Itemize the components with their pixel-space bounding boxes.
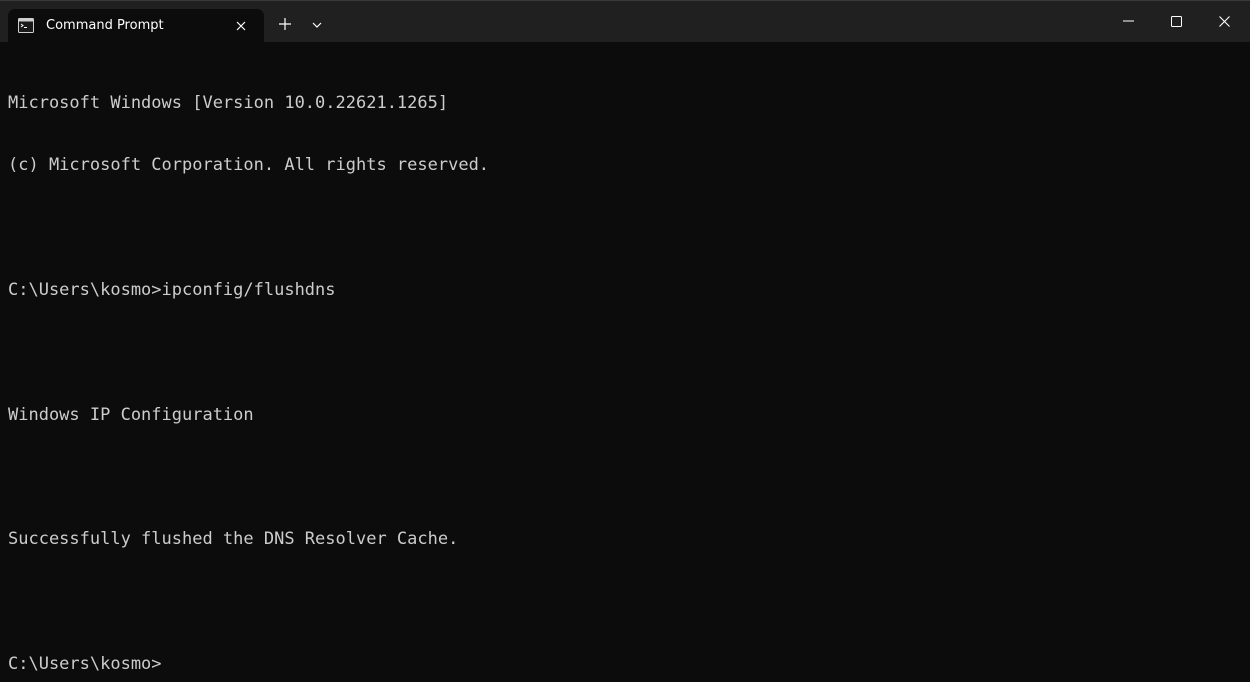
console-icon [18, 18, 34, 33]
title-bar[interactable]: Command Prompt [0, 0, 1250, 43]
console-line: Microsoft Windows [Version 10.0.22621.12… [8, 92, 449, 113]
plus-icon [279, 18, 291, 30]
tab-command-prompt[interactable]: Command Prompt [8, 9, 264, 43]
console-output[interactable]: Microsoft Windows [Version 10.0.22621.12… [8, 51, 1238, 671]
minimize-button[interactable] [1104, 1, 1152, 41]
console-line: Windows IP Configuration [8, 404, 254, 425]
console-line: C:\Users\kosmo>ipconfig/flushdns [8, 279, 336, 300]
console-prompt: C:\Users\kosmo> [8, 654, 162, 671]
tab-close-button[interactable] [232, 17, 250, 35]
minimize-icon [1122, 20, 1134, 22]
close-icon [1218, 15, 1230, 27]
maximize-icon [1170, 15, 1182, 27]
console-line: (c) Microsoft Corporation. All rights re… [8, 154, 490, 175]
terminal-window: Command Prompt Microsoft Windows [Versio… [0, 0, 1250, 682]
maximize-button[interactable] [1152, 1, 1200, 41]
close-window-button[interactable] [1200, 1, 1248, 41]
new-tab-button[interactable] [275, 14, 295, 34]
tab-title: Command Prompt [46, 18, 164, 33]
tab-dropdown-button[interactable] [307, 15, 327, 35]
chevron-down-icon [312, 22, 322, 28]
console-line: Successfully flushed the DNS Resolver Ca… [8, 529, 459, 550]
close-icon [236, 21, 246, 31]
